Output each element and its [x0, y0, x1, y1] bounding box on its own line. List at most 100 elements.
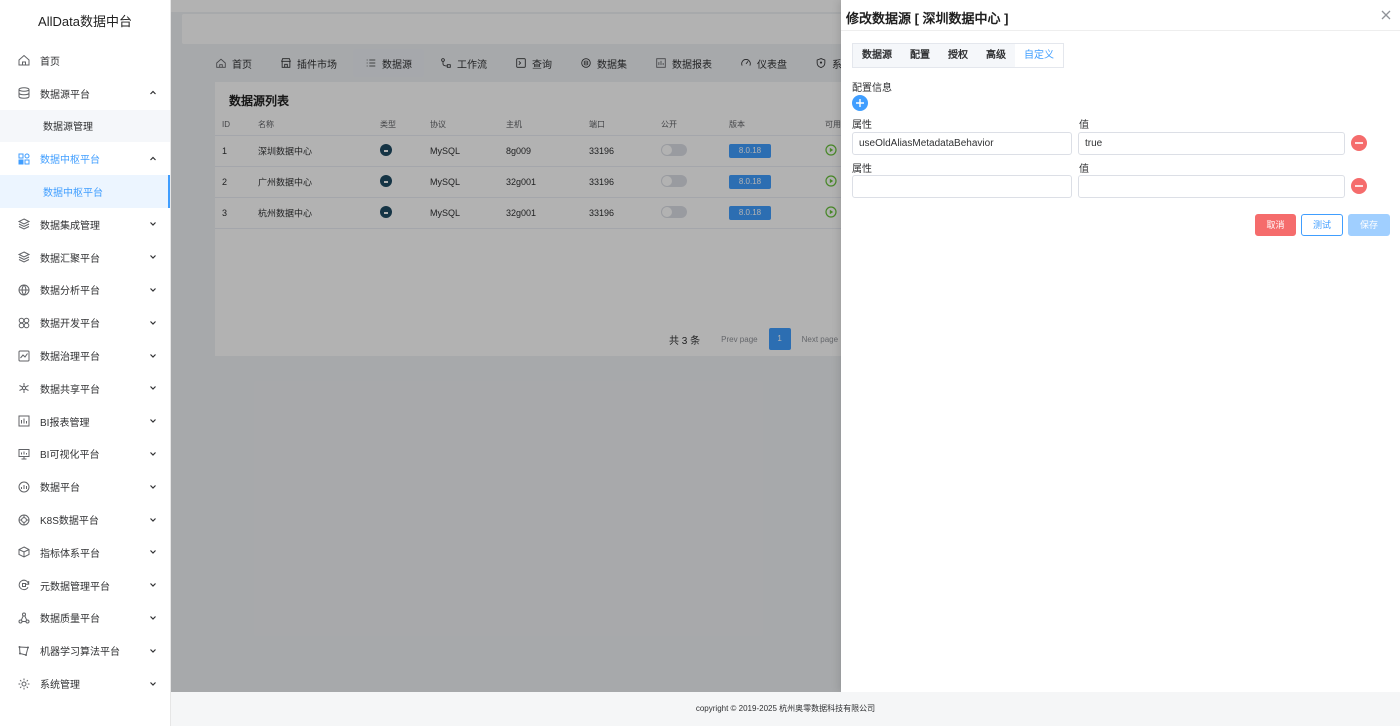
sidebar-item-label: 数据治理平台 [40, 352, 100, 364]
drawer-tabs: 数据源 配置 授权 高级 自定义 [852, 43, 1064, 68]
test-button[interactable]: 测试 [1301, 214, 1343, 236]
sidebar-item-label: BI报表管理 [40, 417, 90, 429]
sidebar-subitem[interactable]: 数据中枢平台 [0, 175, 170, 208]
drawer-tab[interactable]: 配置 [901, 44, 939, 67]
drawer-divider [841, 30, 1400, 31]
layers-icon [17, 217, 31, 231]
drawer-tab[interactable]: 数据源 [853, 44, 901, 67]
sidebar-item-label: 数据集成管理 [40, 220, 100, 232]
value-label: 值 [1079, 164, 1089, 175]
chart-line-icon [17, 349, 31, 363]
drawer-tab[interactable]: 授权 [939, 44, 977, 67]
sidebar-item-label: 首页 [40, 56, 60, 68]
sidebar-item[interactable]: 数据开发平台 [0, 306, 170, 339]
drawer-tab[interactable]: 高级 [977, 44, 1015, 67]
chevron-down-icon [149, 680, 157, 688]
sidebar-item[interactable]: 机器学习算法平台 [0, 634, 170, 667]
sidebar-item-label: 系统管理 [40, 680, 80, 692]
cube-icon [17, 545, 31, 559]
chevron-down-icon [149, 516, 157, 524]
sidebar-item[interactable]: 数据平台 [0, 470, 170, 503]
remove-row-button[interactable] [1351, 178, 1367, 194]
chevron-down-icon [149, 417, 157, 425]
sidebar-item[interactable]: 数据源平台 [0, 77, 170, 110]
sidebar-item-label: K8S数据平台 [40, 516, 99, 528]
chevron-down-icon [149, 220, 157, 228]
sidebar-item-label: 数据源平台 [40, 89, 90, 101]
sidebar-item[interactable]: 数据治理平台 [0, 339, 170, 372]
sidebar-item[interactable]: 数据中枢平台 [0, 142, 170, 175]
remove-row-button[interactable] [1351, 135, 1367, 151]
drawer-mask[interactable] [171, 0, 841, 692]
sidebar-item-label: 数据分析平台 [40, 286, 100, 298]
sidebar-item-label: 指标体系平台 [40, 548, 100, 560]
gear-icon [17, 677, 31, 691]
sidebar-item-label: 数据质量平台 [40, 614, 100, 626]
k8s-icon [17, 513, 31, 527]
sidebar-item[interactable]: 数据汇聚平台 [0, 241, 170, 274]
algorithm-icon [17, 644, 31, 658]
drawer-tab[interactable]: 自定义 [1015, 44, 1063, 67]
sidebar-item[interactable]: 数据质量平台 [0, 602, 170, 635]
sidebar-item[interactable]: 数据分析平台 [0, 274, 170, 307]
sidebar-item[interactable]: 指标体系平台 [0, 536, 170, 569]
chevron-down-icon [149, 319, 157, 327]
sidebar-item[interactable]: 元数据管理平台 [0, 569, 170, 602]
chevron-down-icon [149, 450, 157, 458]
sidebar: AllData数据中台 首页 数据源平台 数据源管理 数据中枢平台 数据中枢平台 数据集成… [0, 0, 171, 726]
chevron-down-icon [149, 548, 157, 556]
globe-icon [17, 283, 31, 297]
save-button[interactable]: 保存 [1348, 214, 1390, 236]
chevron-down-icon [149, 581, 157, 589]
section-label: 配置信息 [852, 83, 892, 94]
database-icon [17, 86, 31, 100]
attr-input[interactable] [852, 175, 1072, 198]
sidebar-item-label: 机器学习算法平台 [40, 647, 120, 659]
edit-datasource-drawer: 修改数据源 [ 深圳数据中心 ] 数据源 配置 授权 高级 自定义 配置信息 属性 值 … [841, 0, 1400, 692]
chevron-down-icon [149, 384, 157, 392]
chevron-down-icon [149, 352, 157, 360]
sidebar-item-label: 数据中枢平台 [40, 155, 100, 167]
sidebar-item-label: 数据平台 [40, 483, 80, 495]
sidebar-item-label: 数据汇聚平台 [40, 253, 100, 265]
close-icon[interactable] [1380, 9, 1392, 21]
share-icon [17, 381, 31, 395]
attr-label: 属性 [852, 120, 872, 131]
chevron-down-icon [149, 647, 157, 655]
hub-icon [17, 152, 31, 166]
monitor-icon [17, 447, 31, 461]
sidebar-item[interactable]: 首页 [0, 44, 170, 77]
cancel-button[interactable]: 取消 [1255, 214, 1296, 236]
value-input[interactable] [1078, 132, 1345, 155]
sidebar-item[interactable]: K8S数据平台 [0, 503, 170, 536]
sidebar-nav: 首页 数据源平台 数据源管理 数据中枢平台 数据中枢平台 数据集成管理 数据汇聚平台 数据分析… [0, 44, 170, 700]
sidebar-subitem[interactable]: 数据源管理 [0, 109, 170, 143]
sidebar-item[interactable]: 系统管理 [0, 667, 170, 700]
drawer-title: 修改数据源 [ 深圳数据中心 ] [846, 11, 1009, 26]
brand-title: AllData数据中台 [38, 14, 132, 29]
chevron-down-icon [149, 483, 157, 491]
sidebar-item-label: 元数据管理平台 [40, 581, 110, 593]
chevron-down-icon [149, 253, 157, 261]
sidebar-item[interactable]: 数据集成管理 [0, 208, 170, 241]
footer-copyright: copyright © 2019-2025 杭州奥零数据科技有限公司 [171, 692, 1400, 726]
grid-icon [17, 316, 31, 330]
sidebar-item[interactable]: BI报表管理 [0, 405, 170, 438]
chevron-up-icon [149, 155, 157, 163]
chevron-down-icon [149, 614, 157, 622]
refresh-icon [17, 578, 31, 592]
add-row-button[interactable] [852, 95, 868, 111]
attr-label: 属性 [852, 164, 872, 175]
sidebar-item-label: 数据共享平台 [40, 384, 100, 396]
value-input[interactable] [1078, 175, 1345, 198]
sidebar-item-label: BI可视化平台 [40, 450, 100, 462]
sidebar-item-label: 数据开发平台 [40, 319, 100, 331]
attr-input[interactable] [852, 132, 1072, 155]
sidebar-item[interactable]: BI可视化平台 [0, 438, 170, 471]
sidebar-item[interactable]: 数据共享平台 [0, 372, 170, 405]
report-icon [17, 414, 31, 428]
chevron-up-icon [149, 89, 157, 97]
dashboard-icon [17, 480, 31, 494]
chevron-down-icon [149, 286, 157, 294]
home-icon [17, 53, 31, 67]
